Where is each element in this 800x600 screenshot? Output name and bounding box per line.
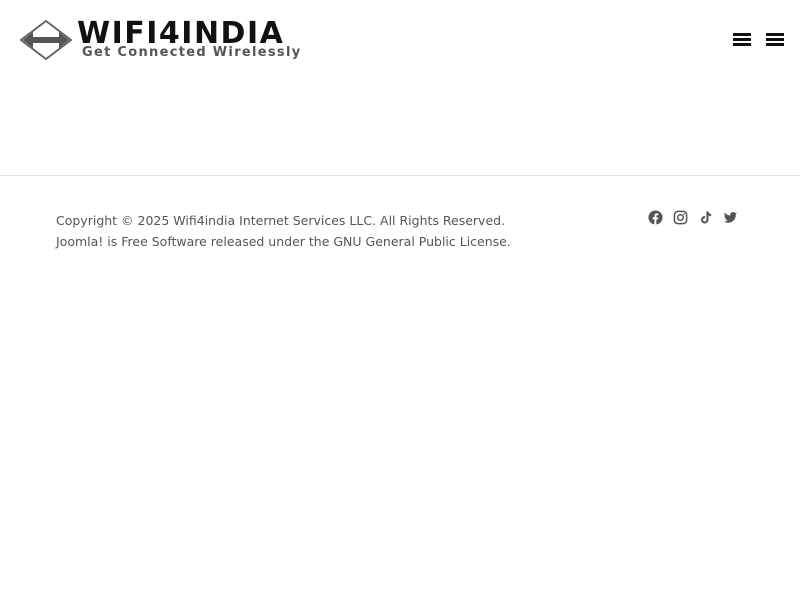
instagram-icon	[673, 210, 688, 225]
copyright-text: Copyright © 2025 Wifi4india Internet Ser…	[56, 213, 506, 228]
tiktok-icon	[701, 211, 712, 224]
offcanvas-menu-button[interactable]	[766, 31, 784, 48]
tiktok-link[interactable]	[698, 210, 713, 225]
menu-icon	[733, 33, 751, 36]
twitter-icon	[723, 212, 738, 223]
facebook-link[interactable]	[648, 210, 663, 225]
menu-icon	[766, 33, 784, 36]
facebook-icon	[648, 210, 663, 225]
license-text: Joomla! is Free Software released under …	[56, 234, 511, 249]
menu-toggle-button[interactable]	[733, 31, 751, 48]
double-arrow-diamond-icon	[20, 20, 72, 60]
site-header: WIFI4INDIA Get Connected Wirelessly	[0, 0, 800, 176]
copyright-block: Copyright © 2025 Wifi4india Internet Ser…	[56, 210, 576, 252]
twitter-link[interactable]	[723, 210, 738, 225]
site-logo-link[interactable]: WIFI4INDIA Get Connected Wirelessly	[20, 18, 310, 62]
site-footer: Copyright © 2025 Wifi4india Internet Ser…	[0, 177, 800, 297]
logo-tagline: Get Connected Wirelessly	[82, 45, 302, 60]
instagram-link[interactable]	[673, 210, 688, 225]
